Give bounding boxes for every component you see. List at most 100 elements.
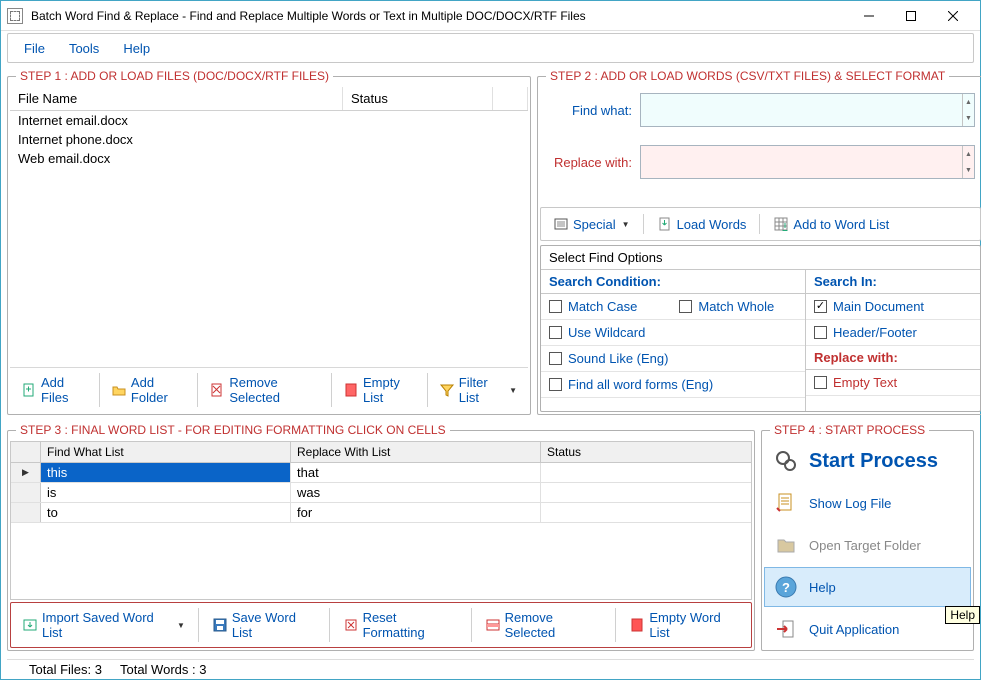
- step3-legend: STEP 3 : FINAL WORD LIST - FOR EDITING F…: [16, 421, 450, 439]
- help-tooltip: Help: [945, 606, 980, 624]
- empty-word-list-button[interactable]: Empty Word List: [620, 605, 749, 645]
- find-what-input[interactable]: ▲▼: [640, 93, 975, 127]
- add-files-label: Add Files: [41, 375, 88, 405]
- match-whole-checkbox[interactable]: [679, 300, 692, 313]
- add-files-button[interactable]: Add Files: [12, 370, 97, 410]
- row-indicator: [11, 463, 41, 482]
- special-button[interactable]: Special▼: [544, 211, 639, 237]
- remove-icon: [209, 382, 225, 398]
- replace-cell[interactable]: that: [291, 463, 541, 482]
- empty-word-list-label: Empty Word List: [649, 610, 740, 640]
- find-cell[interactable]: this: [41, 463, 291, 482]
- file-name-cell: Internet email.docx: [18, 113, 128, 128]
- status-bar: Total Files: 3 Total Words : 3: [7, 659, 974, 679]
- window-title: Batch Word Find & Replace - Find and Rep…: [31, 9, 848, 23]
- remove-selected-button[interactable]: Remove Selected: [200, 370, 329, 410]
- replace-cell[interactable]: was: [291, 483, 541, 502]
- file-row[interactable]: Internet phone.docx: [10, 130, 528, 149]
- minimize-button[interactable]: [848, 2, 890, 30]
- filter-icon: [439, 382, 455, 398]
- save-word-list-button[interactable]: Save Word List: [203, 605, 325, 645]
- replace-with-col[interactable]: Replace With List: [291, 442, 541, 462]
- find-cell[interactable]: is: [41, 483, 291, 502]
- row-indicator: [11, 483, 41, 502]
- file-row[interactable]: Web email.docx: [10, 149, 528, 168]
- word-list-row[interactable]: is was: [11, 483, 751, 503]
- use-wildcard-label: Use Wildcard: [568, 325, 645, 340]
- status-cell[interactable]: [541, 483, 751, 502]
- save-icon: [212, 617, 228, 633]
- files-col-spacer: [493, 87, 528, 110]
- spin-up-icon[interactable]: ▲: [963, 146, 974, 162]
- spin-down-icon[interactable]: ▼: [963, 110, 974, 126]
- filter-list-button[interactable]: Filter List▼: [430, 370, 526, 410]
- reset-formatting-label: Reset Formatting: [363, 610, 458, 640]
- reset-icon: [343, 617, 359, 633]
- menu-bar: File Tools Help: [7, 33, 974, 63]
- find-what-col[interactable]: Find What List: [41, 442, 291, 462]
- word-list-row[interactable]: to for: [11, 503, 751, 523]
- find-options-panel: Select Find Options Search Condition: Ma…: [540, 245, 981, 412]
- chevron-down-icon: ▼: [177, 621, 185, 630]
- help-icon: ?: [773, 574, 799, 600]
- spin-up-icon[interactable]: ▲: [963, 94, 974, 110]
- empty-text-checkbox[interactable]: [814, 376, 827, 389]
- open-target-folder-button[interactable]: Open Target Folder: [764, 525, 971, 565]
- step1-legend: STEP 1 : ADD OR LOAD FILES (DOC/DOCX/RTF…: [16, 67, 333, 85]
- remove-row-icon: [485, 617, 501, 633]
- empty-word-icon: [629, 617, 645, 633]
- svg-text:?: ?: [782, 580, 790, 595]
- add-word-list-label: Add to Word List: [793, 217, 889, 232]
- empty-list-button[interactable]: Empty List: [334, 370, 425, 410]
- menu-file[interactable]: File: [12, 37, 57, 60]
- word-list-grid[interactable]: Find What List Replace With List Status …: [10, 441, 752, 600]
- find-options-title: Select Find Options: [541, 246, 980, 270]
- word-list-row[interactable]: this that: [11, 463, 751, 483]
- replace-cell[interactable]: for: [291, 503, 541, 522]
- search-condition-header: Search Condition:: [541, 270, 805, 294]
- replace-with-input[interactable]: ▲▼: [640, 145, 975, 179]
- import-icon: [22, 617, 38, 633]
- show-log-button[interactable]: Show Log File: [764, 483, 971, 523]
- main-document-checkbox[interactable]: [814, 300, 827, 313]
- step1-panel: STEP 1 : ADD OR LOAD FILES (DOC/DOCX/RTF…: [7, 67, 531, 415]
- quit-button[interactable]: Quit Application: [764, 609, 971, 649]
- header-footer-checkbox[interactable]: [814, 326, 827, 339]
- match-case-label: Match Case: [568, 299, 637, 314]
- sound-like-label: Sound Like (Eng): [568, 351, 668, 366]
- reset-formatting-button[interactable]: Reset Formatting: [334, 605, 467, 645]
- match-case-checkbox[interactable]: [549, 300, 562, 313]
- use-wildcard-checkbox[interactable]: [549, 326, 562, 339]
- spin-down-icon[interactable]: ▼: [963, 162, 974, 178]
- help-button[interactable]: ? Help: [764, 567, 971, 607]
- remove-selected-word-button[interactable]: Remove Selected: [476, 605, 612, 645]
- chevron-down-icon: ▼: [622, 220, 630, 229]
- add-word-list-button[interactable]: Add to Word List: [764, 211, 898, 237]
- import-word-list-button[interactable]: Import Saved Word List▼: [13, 605, 194, 645]
- maximize-button[interactable]: [890, 2, 932, 30]
- files-grid[interactable]: File Name Status Internet email.docx Int…: [10, 87, 528, 367]
- save-word-list-label: Save Word List: [232, 610, 316, 640]
- files-col-filename[interactable]: File Name: [10, 87, 343, 110]
- find-forms-checkbox[interactable]: [549, 378, 562, 391]
- status-cell[interactable]: [541, 503, 751, 522]
- start-process-button[interactable]: Start Process: [764, 441, 971, 481]
- load-words-button[interactable]: Load Words: [648, 211, 756, 237]
- load-icon: [657, 216, 673, 232]
- menu-tools[interactable]: Tools: [57, 37, 111, 60]
- add-folder-button[interactable]: Add Folder: [102, 370, 196, 410]
- grid-add-icon: [773, 216, 789, 232]
- find-cell[interactable]: to: [41, 503, 291, 522]
- file-name-cell: Web email.docx: [18, 151, 110, 166]
- remove-selected-word-label: Remove Selected: [505, 610, 603, 640]
- sound-like-checkbox[interactable]: [549, 352, 562, 365]
- status-col[interactable]: Status: [541, 442, 751, 462]
- files-col-status[interactable]: Status: [343, 87, 493, 110]
- menu-help[interactable]: Help: [111, 37, 162, 60]
- close-button[interactable]: [932, 2, 974, 30]
- step3-panel: STEP 3 : FINAL WORD LIST - FOR EDITING F…: [7, 421, 755, 651]
- status-cell[interactable]: [541, 463, 751, 482]
- title-bar: Batch Word Find & Replace - Find and Rep…: [1, 1, 980, 31]
- replace-with-header: Replace with:: [806, 346, 980, 370]
- file-row[interactable]: Internet email.docx: [10, 111, 528, 130]
